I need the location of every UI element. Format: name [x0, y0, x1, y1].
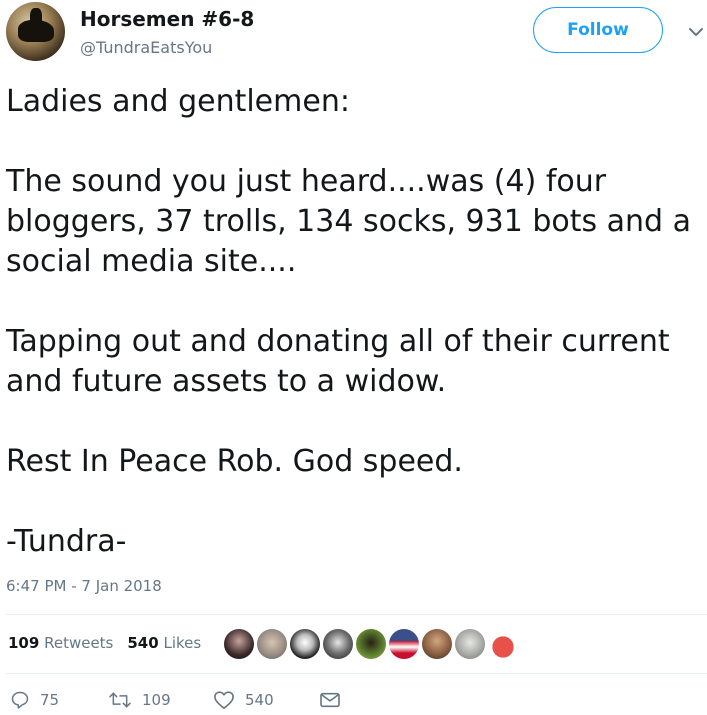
envelope-icon [320, 692, 340, 708]
reply-count: 75 [40, 691, 60, 709]
direct-message-button[interactable] [319, 691, 341, 709]
retweets-stat[interactable]: 109 Retweets [8, 634, 113, 652]
likes-label: Likes [163, 634, 202, 652]
liker-avatar-7[interactable] [422, 629, 452, 659]
divider-top [6, 614, 707, 615]
rider-silhouette [30, 8, 42, 26]
divider-bottom [6, 673, 707, 674]
more-options-button[interactable] [684, 20, 707, 44]
tweet-text: Ladies and gentlemen: The sound you just… [6, 84, 692, 559]
liker-avatar-8[interactable] [455, 629, 485, 659]
retweets-count: 109 [8, 634, 40, 652]
liker-avatar-9[interactable] [488, 629, 518, 659]
follow-button[interactable]: Follow [533, 7, 663, 53]
likes-count: 540 [127, 634, 159, 652]
retweet-button[interactable]: 109 [108, 690, 213, 710]
heart-icon [214, 691, 234, 709]
likes-stat[interactable]: 540 Likes [127, 634, 201, 652]
reply-button[interactable]: 75 [10, 690, 108, 710]
like-button[interactable]: 540 [213, 690, 319, 710]
tweet-actions: 75 109 540 [10, 690, 341, 710]
retweets-label: Retweets [44, 634, 114, 652]
reply-icon [11, 691, 29, 709]
liker-avatar-4[interactable] [323, 629, 353, 659]
display-name[interactable]: Horsemen #6-8 [80, 7, 254, 31]
like-count: 540 [245, 691, 274, 709]
liker-avatar-1[interactable] [224, 629, 254, 659]
user-handle[interactable]: @TundraEatsYou [80, 38, 212, 57]
retweet-icon [109, 692, 131, 708]
liker-avatar-2[interactable] [257, 629, 287, 659]
liker-avatar-6[interactable] [389, 629, 419, 659]
liker-avatar-5[interactable] [356, 629, 386, 659]
liker-avatars [224, 627, 518, 661]
chevron-down-icon [689, 28, 703, 36]
liker-avatar-3[interactable] [290, 629, 320, 659]
avatar[interactable] [6, 2, 65, 61]
engagement-stats: 109 Retweets 540 Likes [8, 634, 201, 652]
tweet-timestamp[interactable]: 6:47 PM - 7 Jan 2018 [6, 577, 162, 595]
retweet-count: 109 [142, 691, 171, 709]
